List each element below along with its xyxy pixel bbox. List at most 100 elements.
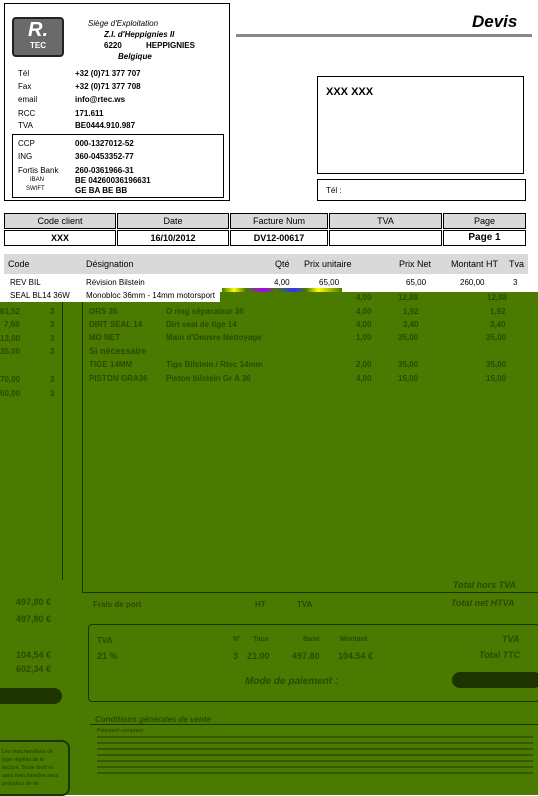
conditions-subtitle: Paiement comptant. xyxy=(97,728,145,734)
row6-code: MO NET xyxy=(89,333,121,342)
frais-tva-label: TVA xyxy=(297,600,313,609)
left-margin-line xyxy=(62,302,63,580)
row5-code: DIRT SEAL 14 xyxy=(89,320,143,329)
date-header: Date xyxy=(117,213,229,229)
row1-total: 260,00 xyxy=(460,278,485,287)
swift-value: GE BA BE BB xyxy=(75,186,128,195)
iban-label: IBAN xyxy=(30,177,45,183)
left-note-text: Les marchandises de type réglées de la f… xyxy=(2,749,59,787)
tva-amount-left: 104,54 € xyxy=(16,650,52,660)
col-net-price: Prix Net xyxy=(399,254,432,274)
row3-total: 12,88 xyxy=(487,293,508,302)
iban-value: BE 04260036196631 xyxy=(75,176,151,185)
row9-qty: 4,00 xyxy=(356,374,372,383)
page-header: Page xyxy=(443,213,526,229)
contact-rcc-value: 171.611 xyxy=(75,109,104,118)
left-value-4: 35,00 xyxy=(0,347,21,356)
facture-num-value: DV12-00617 xyxy=(230,230,328,246)
date-value: 16/10/2012 xyxy=(117,230,229,246)
fortis-value: 260-0361966-31 xyxy=(75,166,134,175)
row1-tva: 3 xyxy=(513,278,518,287)
tva-table-header-taux: Taux xyxy=(253,636,269,643)
col-unit-price: Prix unitaire xyxy=(304,254,352,274)
contact-tva-value: BE0444.910.987 xyxy=(75,121,136,130)
table-bottom-line xyxy=(82,592,538,593)
conditions-rule xyxy=(90,724,538,725)
row8-designation: Tige Bilstein / Rtec 14mm xyxy=(166,360,263,369)
row9-designation: Piston bilstein Gr A 36 xyxy=(166,374,251,383)
facture-num-header: Facture Num xyxy=(230,213,328,229)
row3-net: 12,88 xyxy=(398,293,419,302)
code-client-value: XXX xyxy=(4,230,116,246)
corrupted-overlay xyxy=(0,302,538,795)
contact-email-label: email xyxy=(18,95,38,104)
fortis-label: Fortis Bank xyxy=(18,166,59,175)
contact-email-value[interactable]: info@rtec.ws xyxy=(75,95,125,104)
swift-label: SWIFT xyxy=(26,186,45,192)
row9-total: 15,00 xyxy=(486,374,507,383)
code-client-header: Code client xyxy=(4,213,116,229)
row8-qty: 2,00 xyxy=(356,360,372,369)
left-tva-2: 3 xyxy=(50,320,55,329)
tva-row-base: 497.80 xyxy=(292,651,320,661)
row6-qty: 1,00 xyxy=(356,333,372,342)
left-tva-3: 3 xyxy=(50,334,55,343)
col-amount-ht: Montant HT xyxy=(451,254,499,274)
country: Belgique xyxy=(118,52,152,61)
conditions-text-lines xyxy=(97,736,533,776)
col-designation: Désignation xyxy=(86,254,134,274)
tva-table-header-tva: TVA xyxy=(97,636,113,645)
left-tva-5: 3 xyxy=(50,375,55,384)
frais-ht-label: HT xyxy=(255,600,266,609)
row5-qty: 4,00 xyxy=(356,320,372,329)
logo-subtext: TEC xyxy=(30,41,46,50)
row1-designation: Révision Bilstein xyxy=(86,278,145,287)
row6-net: 35,00 xyxy=(398,333,419,342)
left-value-5: 70,00 xyxy=(0,375,21,384)
contact-rcc-label: RCC xyxy=(18,109,36,118)
ttc-amount-left: 602,34 € xyxy=(16,664,52,674)
row8-net: 35,00 xyxy=(398,360,419,369)
tva-value xyxy=(329,230,442,246)
payment-mode-label: Mode de paiement : xyxy=(245,676,339,687)
company-logo: R. TEC xyxy=(12,17,64,57)
postal-code: 6220 xyxy=(104,41,122,50)
items-header-bar xyxy=(4,254,528,274)
site-label: Siège d'Exploitation xyxy=(88,19,159,28)
row2-code: SEAL BL14 36W xyxy=(10,291,70,300)
row1-net: 65,00 xyxy=(406,278,427,287)
tva-right-label: TVA xyxy=(502,634,520,644)
left-pill xyxy=(0,688,62,704)
table-left-line xyxy=(82,302,83,592)
row8-total: 35,00 xyxy=(486,360,507,369)
client-tel-label: Tél : xyxy=(326,186,342,195)
total-hors-tva-label: Total hors TVA xyxy=(453,580,516,590)
row3-qty: 4,00 xyxy=(356,293,372,302)
client-name: XXX XXX xyxy=(326,86,374,98)
row9-net: 15,00 xyxy=(398,374,419,383)
tva-header: TVA xyxy=(329,213,442,229)
city: HEPPIGNIES xyxy=(146,41,195,50)
contact-fax-value: +32 (0)71 377 708 xyxy=(75,82,141,91)
contact-tel-label: Tél xyxy=(18,69,30,78)
row9-code: PISTON GRA36 xyxy=(89,374,148,383)
tva-row-rate: 21 % xyxy=(97,651,118,661)
tva-row-montant: 104.54 € xyxy=(338,651,374,661)
left-value-3: 13,00 xyxy=(0,334,21,343)
total-net-htva-label: Total net HTVA xyxy=(451,598,515,608)
page-value: Page 1 xyxy=(443,230,526,246)
document-title: Devis xyxy=(472,12,518,31)
title-rule xyxy=(236,34,532,37)
row6-designation: Main d'Oeuvre Nettoyage xyxy=(166,333,262,342)
row4-total: 1,92 xyxy=(490,307,506,316)
row4-code: ORS 36 xyxy=(89,307,118,316)
tva-row-taux: 21.00 xyxy=(247,651,270,661)
address-line1: Z.I. d'Heppignies II xyxy=(104,30,175,39)
left-value-6: 60,00 xyxy=(0,389,21,398)
tva-table-header-base: Base xyxy=(303,636,320,643)
contact-tel-value: +32 (0)71 377 707 xyxy=(75,69,141,78)
left-tva-4: 3 xyxy=(50,347,55,356)
tva-table-header-num: N° xyxy=(233,636,241,643)
left-tva-6: 3 xyxy=(50,389,55,398)
row4-designation: O ring séparateur 36 xyxy=(166,307,244,316)
